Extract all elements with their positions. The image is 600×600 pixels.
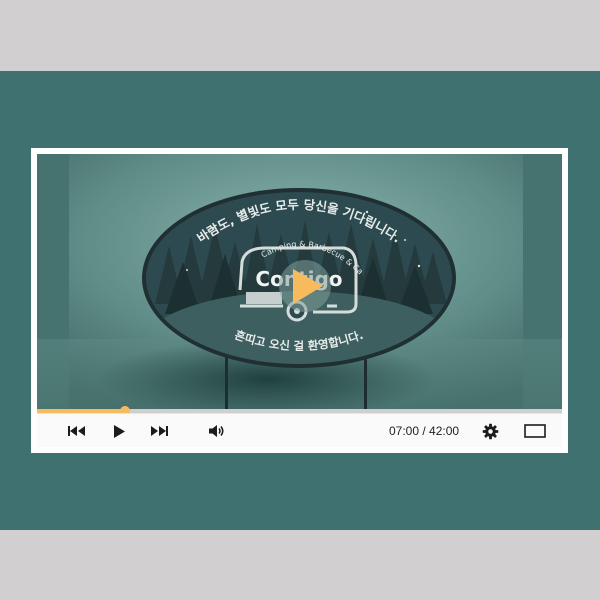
gear-icon <box>482 423 498 439</box>
video-player: 바람도, 별빛도 모두 당신을 기다립니다. Camping & Barbecu… <box>31 148 568 453</box>
volume-icon <box>209 425 224 437</box>
current-time: 07:00 <box>389 424 420 438</box>
time-separator: / <box>419 424 430 438</box>
play-icon <box>114 424 125 438</box>
time-display: 07:00 / 42:00 <box>389 414 459 448</box>
control-bar: 07:00 / 42:00 <box>37 413 562 447</box>
total-time: 42:00 <box>429 424 460 438</box>
skip-forward-icon <box>151 426 168 436</box>
skip-back-button[interactable] <box>65 414 89 448</box>
fullscreen-icon <box>524 424 546 438</box>
play-button[interactable] <box>109 414 129 448</box>
big-play-icon[interactable] <box>279 260 331 312</box>
settings-button[interactable] <box>479 414 501 448</box>
volume-button[interactable] <box>205 414 229 448</box>
fullscreen-button[interactable] <box>523 414 547 448</box>
skip-back-icon <box>68 426 85 436</box>
video-frame[interactable]: 바람도, 별빛도 모두 당신을 기다립니다. Camping & Barbecu… <box>37 154 562 412</box>
skip-forward-button[interactable] <box>147 414 171 448</box>
